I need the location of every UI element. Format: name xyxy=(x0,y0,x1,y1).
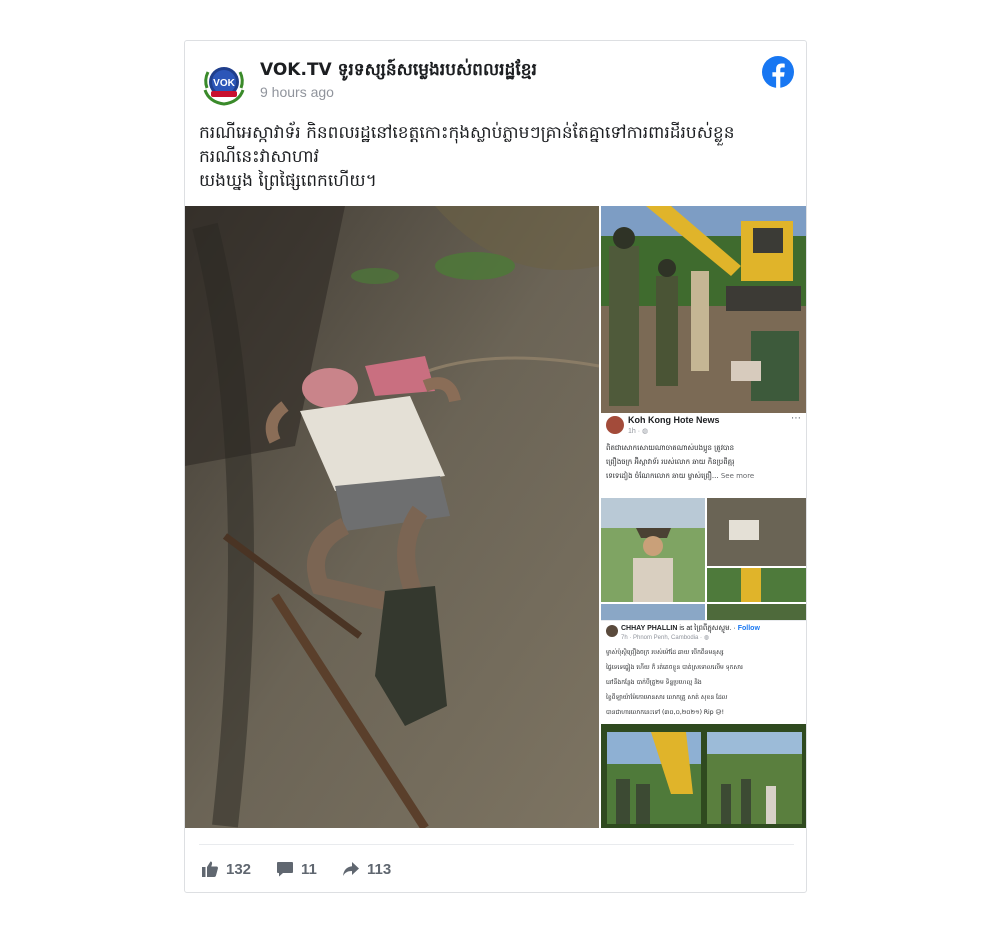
share-count: 113 xyxy=(367,860,392,878)
embedded-text-line: ខ្ទៃពីឡាយ៉ាម៉ែកោមោនសារ លោកគ្រូ សាត់ សុខន… xyxy=(606,694,728,701)
more-options-icon[interactable]: ⋯ xyxy=(791,413,801,424)
excavator-photo[interactable] xyxy=(601,206,806,413)
speech-bubble-icon xyxy=(277,862,293,877)
embedded-post-1[interactable]: Koh Kong Hote News 1h · ◍ ⋯ ពិតជាសោកសោយណ… xyxy=(601,413,806,498)
embedded-author-name[interactable]: CHHAY PHALLIN xyxy=(621,625,677,632)
side-collage[interactable]: Koh Kong Hote News 1h · ◍ ⋯ ពិតជាសោកសោយណ… xyxy=(601,206,806,828)
embedded-post-text: ពិតជាសោកសោយណាចាតណាស់បងប្អូន ត្រូវបាន ព្រ… xyxy=(606,441,804,483)
follow-button[interactable]: Follow xyxy=(738,625,760,632)
embedded-text-line: ទេទេដៀង ចំណែកលោក ឆាយ ម្ចាស់ព្រឿ... xyxy=(606,472,719,480)
like-count: 132 xyxy=(226,860,252,878)
comment-button[interactable]: 11 xyxy=(276,856,317,882)
embedded-post-time: 1h · ◍ xyxy=(628,428,649,435)
embedded-post-meta: 7h · Phnom Penh, Cambodia · ◍ xyxy=(621,635,709,641)
bottom-photo-images xyxy=(601,724,806,828)
see-more-link[interactable]: See more xyxy=(721,472,754,480)
thumbnail-images xyxy=(601,498,806,620)
facebook-post-card: VOK VOK.TV ទូរទស្សន៍សម្លេងរបស់ពលរដ្ឋខ្មែ… xyxy=(184,40,807,893)
share-button[interactable]: 113 xyxy=(342,856,391,882)
comment-count: 11 xyxy=(301,860,317,878)
thumbnail-grid[interactable] xyxy=(601,498,806,620)
embedded-text-line: បានជាហារលោកនេះទៅ (៣០,០,២០២១) Rip 😥! xyxy=(606,709,725,716)
thumbs-up-icon xyxy=(202,861,218,877)
post-media-grid[interactable]: Koh Kong Hote News 1h · ◍ ⋯ ពិតជាសោកសោយណ… xyxy=(185,206,806,828)
embedded-avatar-icon xyxy=(606,416,624,434)
embedded-text-line: ពិតជាសោកសោយណាចាតណាស់បងប្អូន ត្រូវបាន xyxy=(606,444,735,452)
avatar-text: VOK xyxy=(213,78,235,89)
main-photo[interactable] xyxy=(185,206,599,828)
post-text-line: ករណីអេស្កាវាទ័រ កិនពលរដ្ឋនៅខេត្តកោះកុងស្… xyxy=(199,123,735,143)
post-body-text: ករណីអេស្កាវាទ័រ កិនពលរដ្ឋនៅខេត្តកោះកុងស្… xyxy=(199,121,794,193)
page-avatar[interactable]: VOK xyxy=(199,58,249,108)
embedded-text-line: ព្រឿងចក្រ អ៊ិស្កាវាទ័រ របស់លោក ឆាយ កិនប្… xyxy=(606,458,735,466)
post-timestamp[interactable]: 9 hours ago xyxy=(260,84,334,100)
embedded-text-line: ផ្ទៃទេទេធ្វៀង ហើយ ក៏ រត់គេចខ្លួន បាត់ស្រ… xyxy=(606,664,743,671)
facebook-logo-icon[interactable] xyxy=(762,56,794,88)
embedded-text-line: ម្ចាស់ប៉ុស្ថិព្រឿងចក្រ របស់ម៉ៅដែ ឆាយ បើក… xyxy=(606,649,724,656)
page-name-link[interactable]: VOK.TV ទូរទស្សន៍សម្លេងរបស់ពលរដ្ឋខ្មែរ xyxy=(260,59,537,84)
embedded-author-line: CHHAY PHALLIN is at ព្រៃពីភ្នុសស្លូម. · … xyxy=(621,624,760,634)
excavator-scene-image xyxy=(601,206,806,413)
embedded-text-line: នៅនឹងកន្លែង បាក់បីត្រូ២ម ទិន្នប្រហេល្ម ន… xyxy=(606,679,702,686)
embedded-page-name[interactable]: Koh Kong Hote News xyxy=(628,415,720,425)
embedded-avatar-icon xyxy=(606,625,618,637)
post-text-line: យងឃ្នង ព្រៃផ្សៃពេកហើយ។ xyxy=(199,171,377,191)
embedded-location[interactable]: is at ព្រៃពីភ្នុសស្លូម. · xyxy=(679,625,735,632)
share-arrow-icon xyxy=(343,862,359,876)
like-button[interactable]: 132 xyxy=(201,856,251,882)
actions-divider xyxy=(199,844,794,845)
ground-scene-image xyxy=(185,206,599,828)
bottom-photos[interactable] xyxy=(601,724,806,828)
embedded-post-2[interactable]: CHHAY PHALLIN is at ព្រៃពីភ្នុសស្លូម. · … xyxy=(601,620,806,725)
post-header: VOK VOK.TV ទូរទស្សន៍សម្លេងរបស់ពលរដ្ឋខ្មែ… xyxy=(185,41,806,111)
post-text-line: ករណីនេះវាសាហាវ xyxy=(199,147,319,167)
embedded-post-text: ម្ចាស់ប៉ុស្ថិព្រឿងចក្រ របស់ម៉ៅដែ ឆាយ បើក… xyxy=(606,645,804,720)
